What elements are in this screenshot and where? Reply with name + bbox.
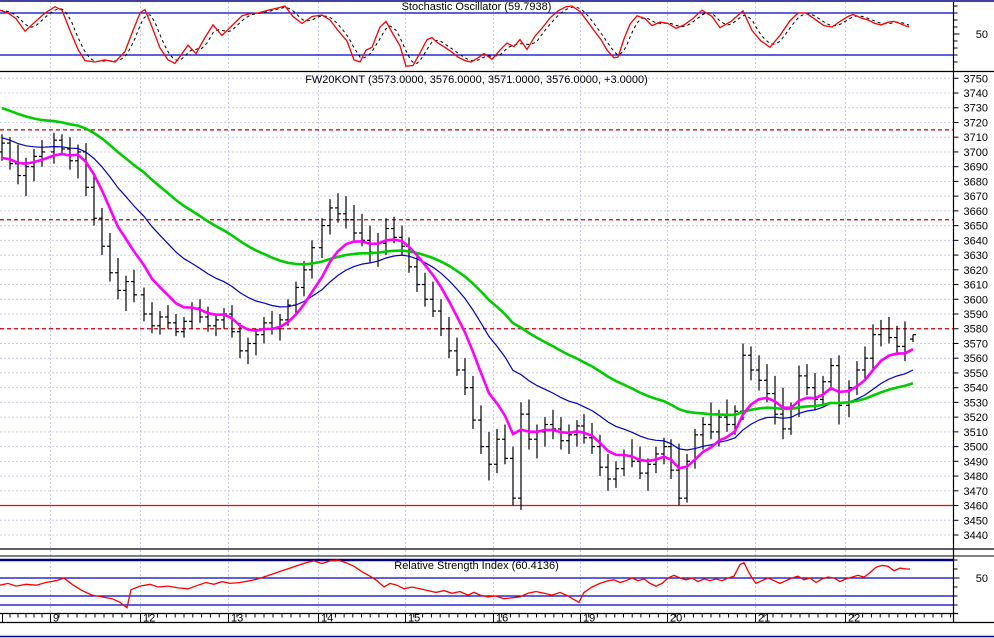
price-axis-label: 3700 [964,147,988,159]
price-axis-label: 3480 [964,471,988,483]
date-label: 19 [583,613,595,625]
date-label: 15 [408,613,420,625]
date-label: 22 [848,613,860,625]
price-axis-label: 3740 [964,88,988,100]
price-axis-label: 3540 [964,383,988,395]
price-axis-label: 3710 [964,132,988,144]
price-axis-label: 3730 [964,103,988,115]
borders [0,0,994,638]
stochastic-axis-label: 50 [976,29,988,41]
rsi-axis-label: 50 [976,573,988,585]
price-axis-label: 3440 [964,530,988,542]
price-axis-label: 3720 [964,117,988,129]
date-label: 13 [231,613,243,625]
date-label: 16 [496,613,508,625]
price-axis-label: 3600 [964,294,988,306]
price-axis-label: 3490 [964,456,988,468]
price-axis-label: 3520 [964,412,988,424]
chart-canvas: 50 3440 3450 3460 3470 3480 3490 3500 3510 3520 35… [0,0,994,638]
price-axis-label: 3450 [964,515,988,527]
price-axis-label: 3670 [964,191,988,203]
price-axis-label: 3680 [964,176,988,188]
price-axis-label: 3510 [964,427,988,439]
price-axis-label: 3750 [964,73,988,85]
price-axis-label: 3500 [964,442,988,454]
price-axis-label: 3650 [964,221,988,233]
date-label: 20 [670,613,682,625]
chart-window: 50 3440 3450 3460 3470 3480 3490 3500 3510 3520 35… [0,0,994,638]
price-axis-label: 3640 [964,235,988,247]
price-axis: 3440 3450 3460 3470 3480 3490 3500 3510 3520 3530… [953,73,988,542]
price-axis-label: 3690 [964,162,988,174]
x-axis: 9 12 13 14 15 16 19 20 21 22 [0,613,994,625]
date-label: 21 [758,613,770,625]
price-axis-label: 3620 [964,265,988,277]
moving-average-fast [1,152,914,470]
price-axis-label: 3550 [964,368,988,380]
price-axis-label: 3580 [964,324,988,336]
price-axis-label: 3460 [964,501,988,513]
date-label: 12 [143,613,155,625]
price-axis-label: 3610 [964,280,988,292]
price-axis-label: 3530 [964,397,988,409]
date-label: 14 [321,613,333,625]
price-axis-label: 3470 [964,486,988,498]
gridlines [0,2,953,613]
date-label: 9 [53,613,59,625]
price-axis-label: 3560 [964,353,988,365]
price-axis-label: 3660 [964,206,988,218]
price-axis-label: 3590 [964,309,988,321]
price-axis-label: 3570 [964,338,988,350]
price-axis-label: 3630 [964,250,988,262]
